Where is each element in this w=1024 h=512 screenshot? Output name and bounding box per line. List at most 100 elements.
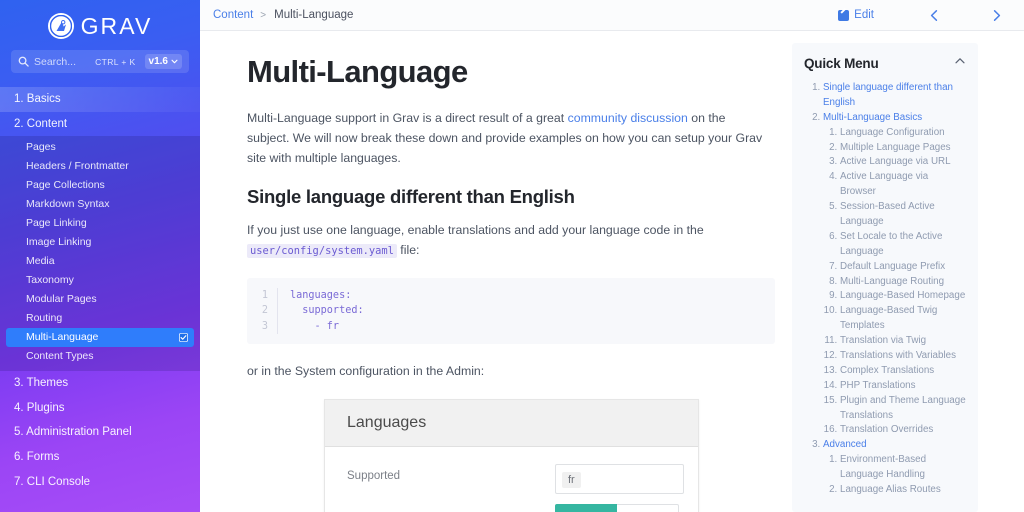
quick-menu-sublink[interactable]: Plugin and Theme Language Translations [840,395,966,421]
prev-page-button[interactable] [920,9,948,22]
quick-menu-sublink[interactable]: Multi-Language Routing [840,276,944,287]
code-line-number: 2 [247,303,277,319]
quick-menu-sublink[interactable]: Language Configuration [840,127,945,138]
quick-menu-sublink[interactable]: Complex Translations [840,365,934,376]
sidebar-item-administration-panel[interactable]: 5. Administration Panel [0,420,200,445]
sidebar-subnav-content: Pages Headers / Frontmatter Page Collect… [0,136,200,371]
quick-menu-subitem[interactable]: Language-Based Homepage [840,289,966,304]
search-placeholder: Search... [34,56,90,68]
sidebar-item-markdown-syntax[interactable]: Markdown Syntax [0,194,200,213]
version-label: v1.6 [149,56,168,67]
code-line-number: 3 [247,319,277,335]
sidebar-item-media[interactable]: Media [0,252,200,271]
quick-menu-sublink[interactable]: Active Language via Browser [840,171,928,197]
topbar: Content > Multi-Language Edit [200,0,1024,31]
quick-menu-link[interactable]: Advanced [823,439,867,450]
quick-menu-sublink[interactable]: Language-Based Homepage [840,290,965,301]
quick-menu-subitem[interactable]: Multiple Language Pages [840,141,966,156]
quick-menu-subitem[interactable]: Environment-Based Language Handling [840,453,966,483]
quick-menu-sublink[interactable]: Environment-Based Language Handling [840,454,926,480]
community-discussion-link[interactable]: community discussion [568,111,688,125]
screenshot-heading: Languages [325,400,698,447]
intro-text-1: Multi-Language support in Grav is a dire… [247,111,568,125]
quick-menu-sublink[interactable]: Session-Based Active Language [840,201,935,227]
quick-menu-sublink[interactable]: Multiple Language Pages [840,142,951,153]
quick-menu-subitem[interactable]: Translation Overrides [840,423,966,438]
app-root: GRAV Search... CTRL + K v1.6 1. Basics 2… [0,0,1024,512]
quick-menu-subitem[interactable]: Language-Based Twig Templates [840,304,966,334]
quick-menu-subitem[interactable]: Plugin and Theme Language Translations [840,394,966,424]
screenshot-field-input[interactable]: fr [555,464,684,494]
sidebar-item-taxonomy[interactable]: Taxonomy [0,271,200,290]
sidebar-item-label: 5. Administration Panel [14,426,132,438]
quick-menu-sublink[interactable]: Default Language Prefix [840,261,945,272]
sidebar-item-page-collections[interactable]: Page Collections [0,175,200,194]
quick-menu-subitem[interactable]: Translation via Twig [840,334,966,349]
sidebar-item-forms[interactable]: 6. Forms [0,445,200,470]
screenshot-form-row: Supported fr [325,447,698,494]
search-icon [18,56,29,67]
quick-menu-subitem[interactable]: Multi-Language Routing [840,275,966,290]
quick-menu-item[interactable]: Single language different than English [823,81,966,111]
screenshot-secondary-button[interactable] [617,504,679,512]
quick-menu-subitem[interactable]: PHP Translations [840,379,966,394]
sidebar-item-image-linking[interactable]: Image Linking [0,233,200,252]
grav-logo-icon [48,13,74,39]
sidebar-nav: 1. Basics 2. Content Pages Headers / Fro… [0,87,200,494]
sidebar-item-content[interactable]: 2. Content [0,112,200,137]
brand-logo[interactable]: GRAV [0,0,200,46]
quick-menu-sublink[interactable]: Translation Overrides [840,424,933,435]
admin-screenshot: Languages Supported fr [324,399,699,512]
edit-button[interactable]: Edit [838,9,874,21]
admin-paragraph: or in the System configuration in the Ad… [247,362,765,382]
breadcrumb-parent[interactable]: Content [213,9,253,21]
quick-menu-link[interactable]: Multi-Language Basics [823,112,922,123]
sidebar-item-themes[interactable]: 3. Themes [0,371,200,396]
sidebar-item-cli-console[interactable]: 7. CLI Console [0,470,200,495]
quick-menu-sublink[interactable]: PHP Translations [840,380,916,391]
quick-menu-collapse-button[interactable] [954,54,966,72]
screenshot-primary-button[interactable] [555,504,617,512]
code-line-text: - fr [277,319,775,335]
search-shortcut: CTRL + K [95,57,135,67]
sidebar-item-routing[interactable]: Routing [0,309,200,328]
sidebar-item-plugins[interactable]: 4. Plugins [0,396,200,421]
next-page-button[interactable] [982,9,1010,22]
sidebar-item-pages[interactable]: Pages [0,137,200,156]
sidebar-subitem-label: Markdown Syntax [26,198,109,210]
quick-menu-subitem[interactable]: Set Locale to the Active Language [840,230,966,260]
code-line-text: languages: [277,288,775,304]
code-line-number: 1 [247,288,277,304]
search-input[interactable]: Search... CTRL + K v1.6 [11,50,189,73]
quick-menu-sublink[interactable]: Active Language via URL [840,156,951,167]
quick-menu-sublink[interactable]: Translations with Variables [840,350,956,361]
quick-menu-subitem[interactable]: Active Language via Browser [840,170,966,200]
quick-menu-subitem[interactable]: Active Language via URL [840,155,966,170]
quick-menu-subitem[interactable]: Complex Translations [840,364,966,379]
sidebar-item-multi-language[interactable]: Multi-Language [6,328,194,347]
quick-menu-sublink[interactable]: Language-Based Twig Templates [840,305,937,331]
quick-menu-subitem[interactable]: Default Language Prefix [840,260,966,275]
quick-menu-link[interactable]: Single language different than English [823,82,953,108]
quick-menu-sublink[interactable]: Language Alias Routes [840,484,941,495]
sidebar-item-headers-frontmatter[interactable]: Headers / Frontmatter [0,156,200,175]
quick-menu-sublink[interactable]: Set Locale to the Active Language [840,231,942,257]
sidebar-item-page-linking[interactable]: Page Linking [0,214,200,233]
intro-paragraph: Multi-Language support in Grav is a dire… [247,109,765,169]
article: Multi-Language Multi-Language support in… [200,31,792,512]
chevron-down-icon [171,58,178,65]
sidebar-item-content-types[interactable]: Content Types [0,347,200,366]
quick-menu-subitem[interactable]: Translations with Variables [840,349,966,364]
quick-menu-sublink[interactable]: Translation via Twig [840,335,926,346]
version-selector[interactable]: v1.6 [145,54,182,69]
quick-menu-item[interactable]: Multi-Language Basics Language Configura… [823,111,966,439]
topbar-actions: Edit [838,9,1010,22]
quick-menu-subitem[interactable]: Language Alias Routes [840,483,966,498]
sidebar-item-basics[interactable]: 1. Basics [0,87,200,112]
quick-menu-subitem[interactable]: Session-Based Active Language [840,200,966,230]
sidebar-item-modular-pages[interactable]: Modular Pages [0,290,200,309]
sidebar-subitem-label: Routing [26,312,62,324]
quick-menu-item[interactable]: Advanced Environment-Based Language Hand… [823,438,966,498]
screenshot-button-row [325,494,698,512]
quick-menu-subitem[interactable]: Language Configuration [840,126,966,141]
